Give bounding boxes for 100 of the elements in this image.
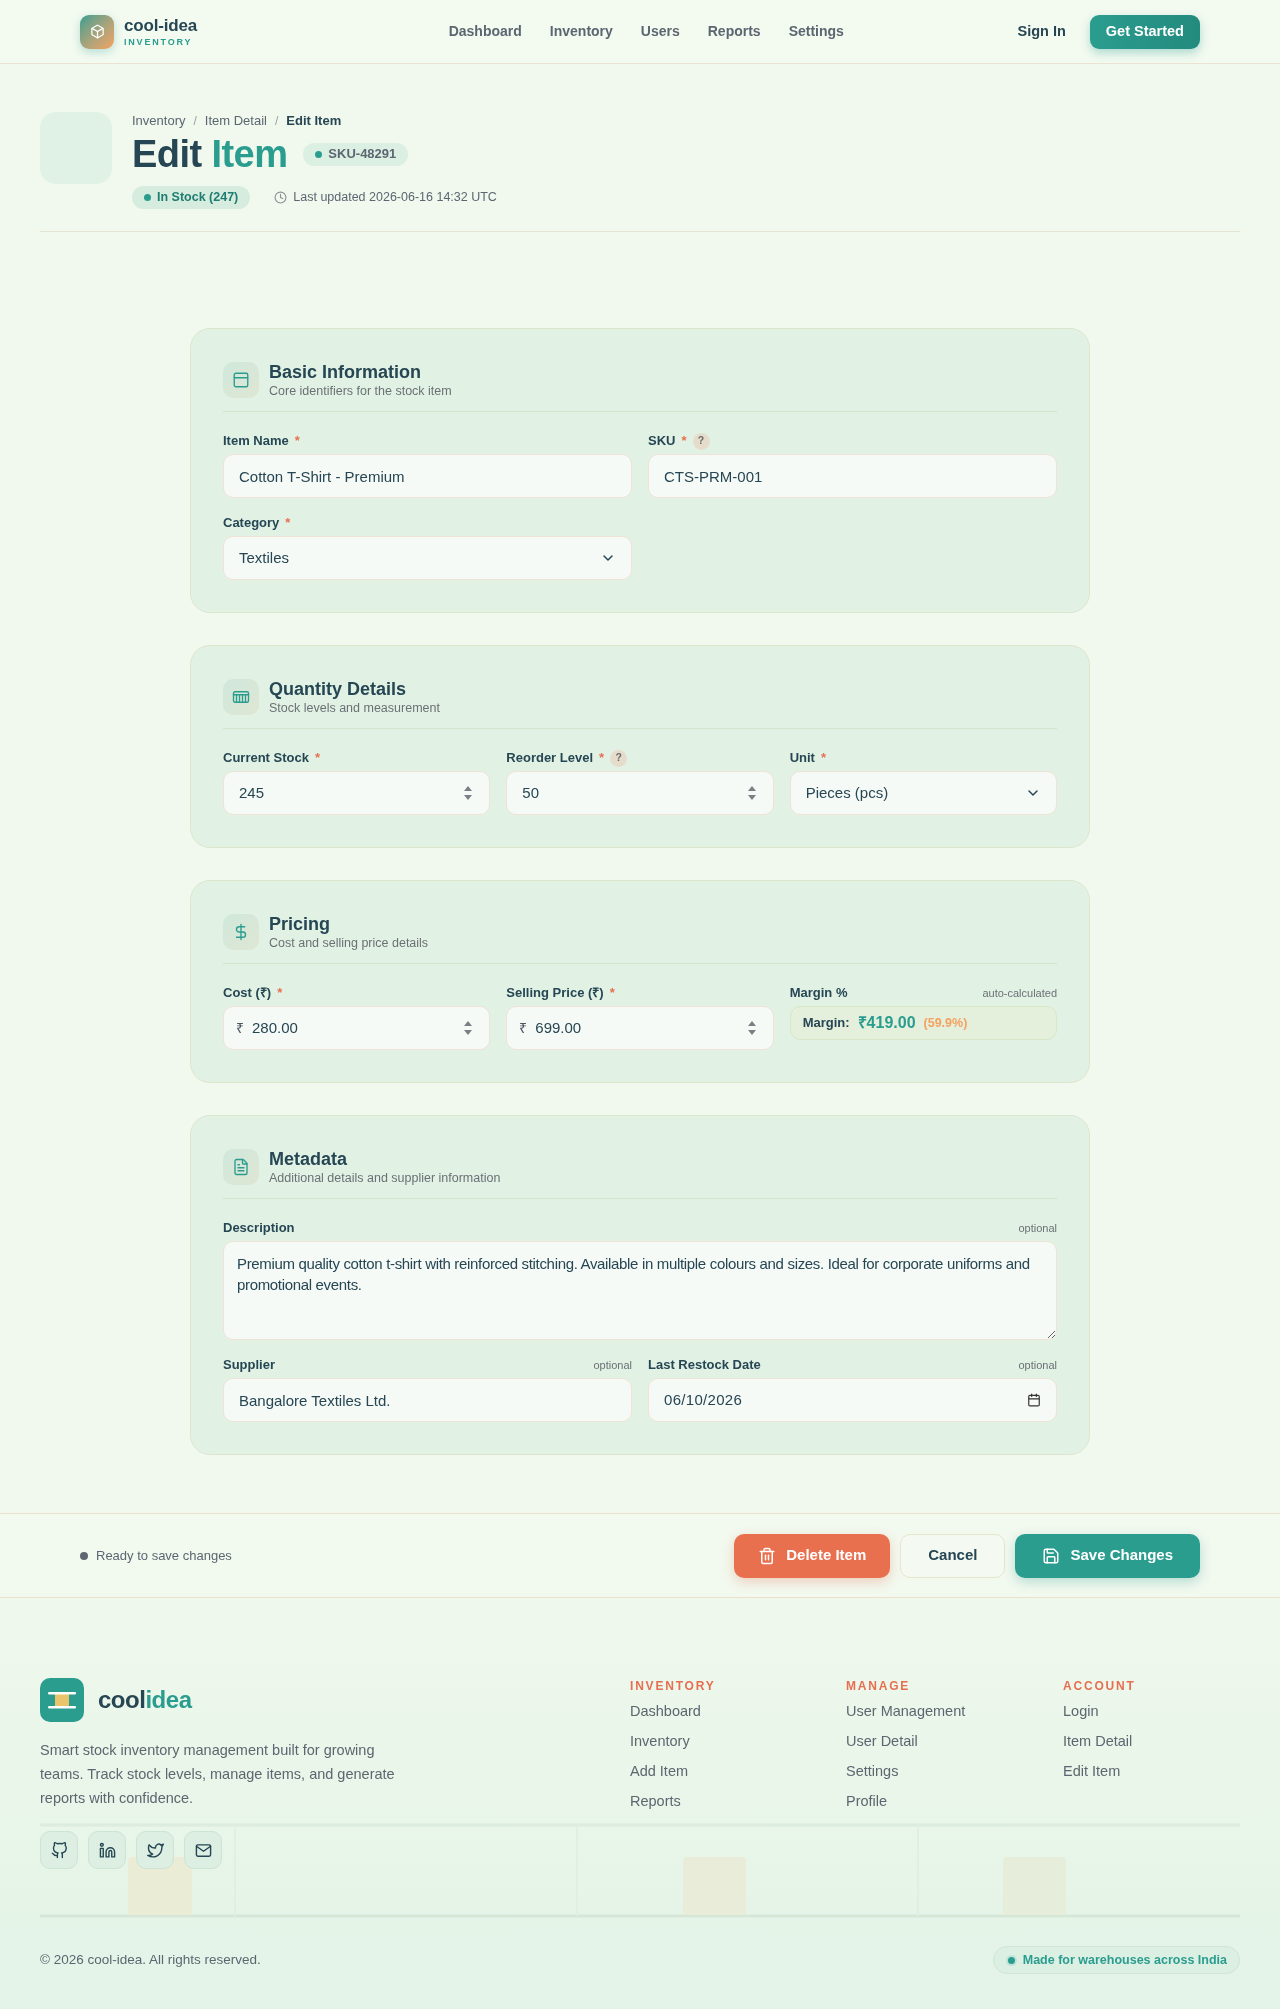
brand-name[interactable]: cool-idea [124, 15, 198, 36]
section-title: Metadata [269, 1148, 349, 1170]
footer-link[interactable]: Item Detail [1063, 1731, 1240, 1751]
footer-link[interactable]: Settings [846, 1761, 1063, 1781]
nav-link[interactable]: Dashboard [448, 21, 522, 42]
required-mark: * [681, 432, 687, 450]
footer-link[interactable]: Inventory [630, 1731, 846, 1751]
calendar-icon[interactable] [1027, 1393, 1041, 1407]
footer-brand[interactable]: coolidea [98, 1682, 192, 1718]
help-badge[interactable]: ? [610, 749, 628, 767]
copyright-text: © 2026 cool-idea. All rights reserved. [40, 1950, 261, 1969]
field-label: Current Stock [223, 749, 309, 767]
footer-description: Smart stock inventory management built for growing teams. Track stock levels, manage items, and generate reports with confidence. [40, 1741, 396, 1808]
cancel-button[interactable]: Cancel [900, 1533, 1006, 1578]
text-field[interactable]: CTS-PRM-001 [648, 454, 1057, 498]
last-updated-text: Last updated 2026-06-16 14:32 UTC [293, 189, 497, 207]
section-title: Quantity Details [269, 678, 408, 700]
linkedin-icon [98, 1841, 116, 1859]
section-subtitle: Core identifiers for the stock item [269, 383, 452, 399]
number-field[interactable]: ₹ 280.00 [223, 1006, 491, 1050]
field-label: Reorder Level [506, 749, 594, 767]
twitter-link[interactable] [136, 1831, 174, 1869]
footer-link[interactable]: Profile [846, 1791, 1063, 1811]
nav-link[interactable]: Reports [707, 21, 761, 42]
text-field[interactable]: Bangalore Textiles Ltd. [223, 1378, 632, 1422]
dollar-icon [223, 914, 259, 950]
twitter-icon [146, 1841, 164, 1859]
github-link[interactable] [40, 1831, 78, 1869]
field-label: Margin % [789, 984, 848, 1002]
stock-text: In Stock (247) [157, 189, 239, 207]
margin-percent: (59.9%) [923, 1014, 968, 1032]
footer-link[interactable]: Reports [630, 1791, 846, 1811]
field-label: Last Restock Date [648, 1356, 761, 1374]
footer-link[interactable]: Login [1063, 1701, 1240, 1721]
footer-link[interactable]: Edit Item [1063, 1761, 1240, 1781]
margin-amount: ₹419.00 [857, 1013, 916, 1033]
breadcrumb-separator: / [274, 113, 279, 130]
get-started-button[interactable]: Get Started [1089, 14, 1200, 49]
footer-column-heading: ACCOUNT [1063, 1678, 1137, 1694]
field-note: optional [1018, 1220, 1057, 1236]
footer-column-heading: MANAGE [846, 1678, 912, 1694]
field-label: Cost (₹) [223, 984, 272, 1002]
breadcrumb-current: Edit Item [286, 112, 342, 131]
stepper-arrows-icon[interactable] [746, 784, 757, 802]
field-label: Item Name [223, 432, 289, 450]
save-status-text: Ready to save changes [96, 1546, 232, 1565]
clock-icon [274, 191, 288, 204]
margin-label: Margin: [802, 1014, 850, 1033]
field-note: optional [1018, 1357, 1057, 1373]
nav-link[interactable]: Inventory [549, 21, 613, 42]
required-mark: * [294, 432, 300, 450]
footer-link[interactable]: Dashboard [630, 1701, 846, 1721]
page-title: Edit Item [132, 133, 288, 175]
section-subtitle: Cost and selling price details [269, 935, 429, 951]
save-icon [1042, 1546, 1061, 1565]
field-note: auto-calculated [982, 985, 1057, 1001]
footer-link[interactable]: User Management [846, 1701, 1063, 1721]
stepper-arrows-icon[interactable] [463, 1019, 474, 1037]
nav-link[interactable]: Settings [788, 21, 844, 42]
stepper-arrows-icon[interactable] [746, 1019, 757, 1037]
panel-icon [223, 362, 259, 398]
section-subtitle: Stock levels and measurement [269, 700, 440, 716]
number-field[interactable]: ₹ 699.00 [506, 1006, 774, 1050]
save-button[interactable]: Save Changes [1015, 1533, 1200, 1578]
date-field[interactable]: 06/10/2026 [648, 1378, 1057, 1422]
field-label: Category [223, 514, 280, 532]
field-note: optional [593, 1357, 632, 1373]
text-field[interactable]: Cotton T-Shirt - Premium [223, 454, 632, 498]
select-field[interactable]: Textiles [223, 536, 632, 580]
stepper-arrows-icon[interactable] [463, 784, 474, 802]
number-field[interactable]: 50 [506, 771, 774, 815]
required-mark: * [285, 514, 291, 532]
shelf-logo-icon[interactable] [40, 1678, 84, 1722]
linkedin-link[interactable] [88, 1831, 126, 1869]
help-badge[interactable]: ? [692, 432, 710, 450]
mail-icon [194, 1841, 212, 1859]
field-label: SKU [648, 432, 676, 450]
number-field[interactable]: 245 [223, 771, 491, 815]
sku-text: SKU-48291 [328, 145, 397, 164]
description-field[interactable]: Premium quality cotton t-shirt with reinforced stitching. Available in multiple colours and sizes. Ideal for corporate uniforms and promotional events. [223, 1241, 1057, 1340]
mail-link[interactable] [184, 1831, 222, 1869]
breadcrumb-link[interactable]: Inventory [132, 111, 186, 131]
delete-button[interactable]: Delete Item [734, 1533, 891, 1578]
brand-subtitle: INVENTORY [124, 35, 194, 48]
trash-icon [758, 1546, 777, 1565]
nav-link[interactable]: Users [640, 21, 680, 42]
section-subtitle: Additional details and supplier information [269, 1170, 501, 1186]
field-label: Description [223, 1219, 295, 1237]
cube-logo-icon[interactable] [80, 14, 114, 49]
made-for-text: Made for warehouses across India [1022, 1951, 1227, 1969]
breadcrumb-link[interactable]: Item Detail [204, 111, 267, 131]
footer-link[interactable]: User Detail [846, 1731, 1063, 1751]
github-icon [50, 1841, 68, 1859]
sign-in-link[interactable]: Sign In [1017, 20, 1066, 43]
footer-column-heading: INVENTORY [630, 1678, 717, 1694]
select-field[interactable]: Pieces (pcs) [789, 771, 1057, 815]
required-mark: * [277, 984, 283, 1002]
field-label: Unit [789, 749, 815, 767]
footer-link[interactable]: Add Item [630, 1761, 846, 1781]
required-mark: * [820, 749, 826, 767]
